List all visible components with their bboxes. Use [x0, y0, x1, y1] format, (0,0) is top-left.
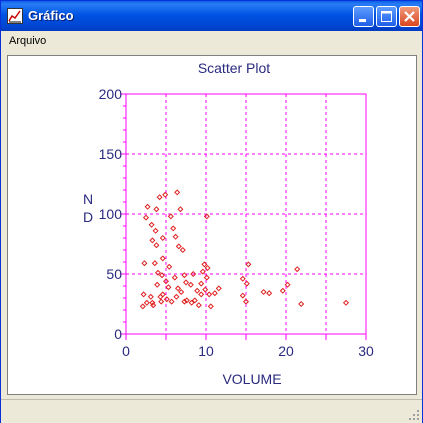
x-tick-label: 30 [358, 343, 374, 359]
data-point [147, 293, 154, 300]
window-title: Gráfico [28, 8, 74, 23]
data-point [158, 298, 165, 305]
data-point [157, 293, 164, 300]
data-point [174, 285, 182, 292]
data-point [165, 284, 172, 291]
data-point [206, 291, 213, 298]
data-point [195, 302, 202, 309]
data-point [342, 299, 350, 306]
data-point [243, 280, 250, 287]
data-point [170, 225, 177, 232]
data-point [266, 290, 273, 297]
data-point [207, 303, 214, 310]
data-point [148, 221, 155, 228]
data-point [159, 234, 166, 242]
y-tick-label: 200 [99, 86, 123, 102]
menu-item-arquivo[interactable]: Arquivo [9, 35, 46, 47]
data-point [162, 191, 169, 198]
chart-title: Scatter Plot [198, 60, 270, 76]
data-point [141, 260, 148, 267]
data-point [203, 274, 210, 281]
data-point [245, 261, 252, 268]
x-axis-label: VOLUME [222, 371, 281, 387]
data-point [215, 285, 222, 292]
data-point [152, 227, 159, 234]
resize-grip-icon[interactable] [408, 409, 420, 421]
x-tick-label: 20 [278, 343, 294, 359]
y-axis-label-char: D [83, 209, 93, 225]
data-point [151, 260, 158, 267]
scatter-plot: Scatter Plot 0 10 20 30050100150200 VOLUME … [83, 60, 374, 387]
data-point [198, 280, 205, 287]
minimize-icon [359, 19, 366, 22]
data-point [211, 290, 218, 297]
x-tick-label: 10 [198, 343, 214, 359]
data-point [171, 274, 178, 281]
close-button[interactable] [399, 6, 420, 27]
data-point [168, 298, 175, 305]
data-point [163, 296, 170, 303]
close-icon [404, 11, 415, 22]
minimize-button[interactable] [353, 6, 374, 27]
data-point [194, 287, 201, 294]
data-point [181, 298, 188, 305]
y-tick-label: 50 [106, 266, 122, 282]
data-point [177, 206, 184, 213]
main-window: Gráfico Arquivo Scatter Plot 0 10 20 30 0 50 1 [0, 0, 423, 423]
data-point [149, 237, 156, 244]
data-point [174, 189, 181, 196]
data-point [260, 288, 267, 296]
title-bar[interactable]: Gráfico [1, 1, 422, 31]
data-point [153, 242, 160, 249]
status-bar [1, 399, 422, 423]
data-point [140, 291, 147, 298]
data-point [199, 268, 206, 275]
maximize-button[interactable] [376, 6, 397, 27]
maximize-icon [381, 11, 392, 22]
y-tick-label: 0 [114, 326, 122, 342]
data-point [178, 288, 185, 296]
data-point [172, 233, 179, 240]
data-point [242, 298, 250, 305]
data-point [144, 203, 151, 210]
data-point [143, 299, 150, 306]
data-point [179, 246, 186, 254]
data-point [175, 243, 182, 250]
data-point [279, 287, 286, 294]
data-point [159, 255, 166, 262]
data-point [173, 293, 180, 300]
data-point [294, 266, 301, 273]
y-tick-label: 150 [99, 146, 123, 162]
data-point [202, 286, 209, 293]
data-point [159, 291, 166, 298]
data-point [142, 214, 150, 221]
menu-bar: Arquivo [1, 31, 422, 53]
data-point [156, 194, 163, 201]
y-axis-label-char: N [83, 191, 93, 207]
data-point [166, 263, 173, 270]
y-axis-label: ND [83, 191, 93, 225]
y-tick-label: 100 [99, 206, 123, 222]
data-point [187, 281, 194, 288]
data-point [153, 206, 160, 213]
data-point [167, 213, 174, 220]
x-tick-label: 0 [122, 343, 130, 359]
data-point [239, 292, 246, 299]
chart-window-icon [7, 8, 23, 24]
data-point [198, 291, 205, 298]
data-point [203, 213, 210, 220]
data-point [139, 303, 146, 310]
data-point [298, 300, 305, 308]
chart-area: Scatter Plot 0 10 20 30 0 50 100 150 200 VOLUME … [7, 55, 417, 395]
data-point [182, 279, 190, 286]
data-point [154, 281, 161, 288]
data-point [239, 275, 246, 282]
